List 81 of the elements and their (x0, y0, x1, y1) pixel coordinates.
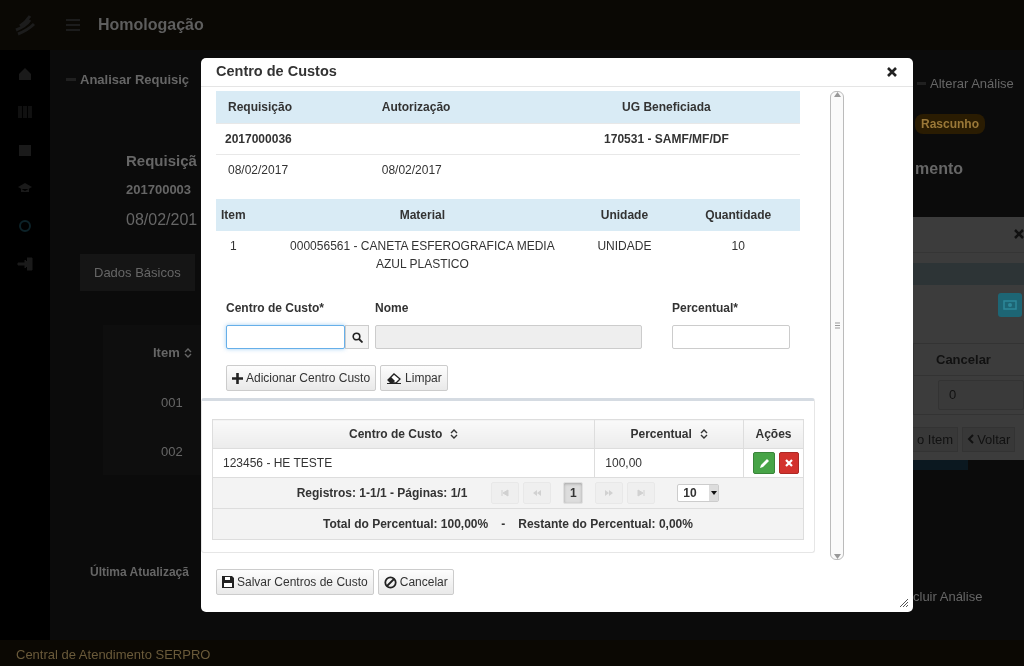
page-size-select[interactable]: 10 (677, 484, 720, 502)
footer-text: Central de Atendimento SERPRO (0, 640, 1024, 666)
table-cell: 2017000036 (225, 132, 292, 146)
last-page-icon (636, 488, 647, 498)
column-header: UG Beneficiada (532, 91, 800, 124)
column-header: Ações (755, 426, 792, 443)
totals-text: Restante do Percentual: 0,00% (518, 516, 693, 533)
close-icon[interactable] (887, 67, 897, 77)
sort-icon[interactable] (450, 428, 459, 440)
eraser-icon (386, 372, 403, 384)
search-icon (351, 331, 363, 343)
next-page-icon (604, 488, 615, 498)
menu-icon[interactable] (66, 19, 80, 31)
plus-icon (232, 372, 243, 384)
button[interactable]: Limpar (380, 365, 448, 391)
field-label: Nome (375, 300, 410, 317)
field-label: Centro de Custo* (226, 300, 325, 317)
column-header: Autorização (376, 91, 533, 124)
circle-icon[interactable] (17, 218, 33, 234)
scrollbar[interactable] (830, 91, 844, 560)
button[interactable]: Salvar Centros de Custo (216, 569, 374, 595)
close-icon (785, 459, 793, 467)
money-icon (1003, 299, 1017, 310)
home-icon[interactable] (17, 66, 33, 82)
scroll-up-icon[interactable] (833, 92, 841, 97)
table-cell: 170531 - SAMF/MF/DF (604, 132, 729, 146)
calendar-icon[interactable] (17, 142, 33, 158)
summary-label: Requisiçã (126, 150, 198, 171)
conclude-button[interactable]: cluir Análise (913, 586, 1024, 606)
action-link[interactable]: Alterar Análise (930, 74, 1014, 94)
column-header: Centro de Custo (349, 426, 443, 443)
sign-in-icon[interactable] (17, 256, 33, 272)
search-button[interactable] (345, 325, 369, 349)
table-cell: 123456 - HE TESTE (223, 456, 333, 470)
totals-text: Total do Percentual: 100,00% (323, 516, 489, 533)
header-title: Homologação (98, 15, 204, 35)
table-cell-text: 002 (161, 443, 184, 461)
column-header: Item (216, 199, 273, 231)
column-header: Percentual (630, 426, 692, 443)
caret-icon[interactable] (710, 491, 717, 495)
column-header: Requisição (216, 91, 377, 124)
pencil-icon (758, 457, 770, 469)
resize-grip-icon[interactable] (900, 599, 908, 607)
previous-page-icon (532, 488, 543, 498)
section-heading: mento (914, 158, 964, 179)
table-cell: 1 (230, 239, 237, 253)
table-cell: 10 (731, 239, 745, 253)
scroll-down-icon[interactable] (833, 554, 841, 559)
request-date: 08/02/201 (126, 209, 199, 230)
dark-bar (913, 459, 968, 470)
column-header: Quantidade (676, 199, 800, 231)
column-header: Item (153, 344, 180, 362)
page-button[interactable]: 1 (563, 482, 584, 504)
status-badge: Rascunho (915, 113, 985, 134)
table-cell: 000056561 - CANETA ESFEROGRAFICA MEDIA AZUL PLASTICO (290, 239, 555, 271)
first-page-icon (500, 488, 511, 498)
page-title: Analisar Requisiç (80, 71, 190, 89)
button[interactable]: Cancelar (377, 569, 454, 595)
field-label: Percentual* (672, 300, 740, 317)
last-update-label: Última Atualizaçã (90, 563, 190, 581)
button[interactable]: Adicionar Centro Custo (226, 365, 377, 391)
column-header: Unidade (572, 199, 677, 231)
dialog-title: Centro de Custos (216, 62, 337, 82)
column-header: Material (272, 199, 573, 231)
edit-button[interactable] (753, 452, 775, 474)
request-number: 201700003 (126, 181, 193, 199)
delete-button[interactable] (779, 452, 799, 474)
table-cell: 08/02/2017 (228, 163, 289, 177)
ban-icon (383, 575, 397, 589)
percent-field[interactable] (672, 325, 790, 349)
grip-icon (834, 322, 840, 329)
money-button[interactable] (998, 292, 1022, 317)
totals-text: - (501, 516, 506, 533)
table-cell: 08/02/2017 (381, 163, 442, 177)
table-cell-text: 001 (161, 393, 184, 412)
chevron-left-icon (967, 434, 975, 445)
table-cell: UNIDADE (597, 239, 652, 253)
table-cell: 100,00 (605, 456, 642, 470)
sort-icon[interactable] (699, 428, 708, 440)
cost-center-field[interactable] (226, 325, 345, 349)
pagination-summary: Registros: 1-1/1 - Páginas: 1/1 (296, 485, 468, 502)
